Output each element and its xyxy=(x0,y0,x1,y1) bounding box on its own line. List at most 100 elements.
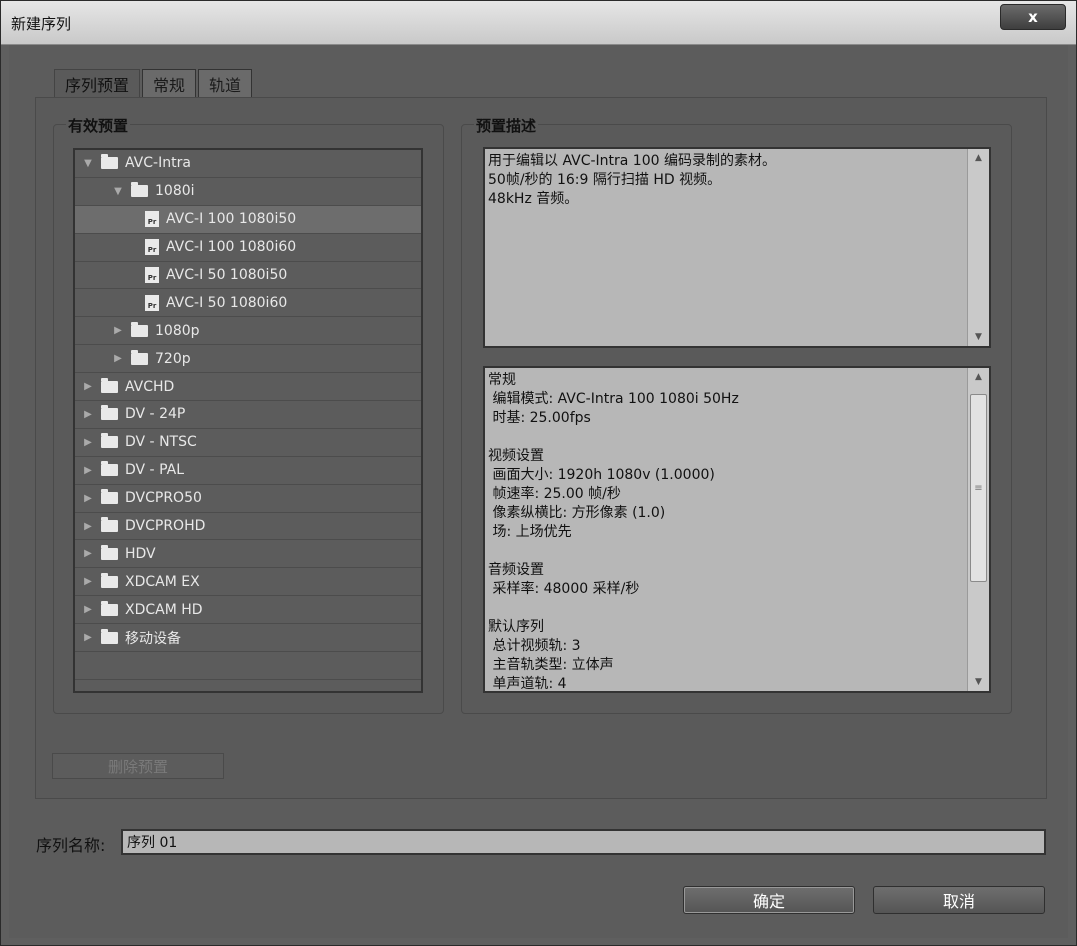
collapsed-arrow-icon[interactable]: ▶ xyxy=(81,604,95,615)
tree-preset-item[interactable]: Pr AVC-I 100 1080i50 xyxy=(75,205,421,234)
scroll-up-icon[interactable]: ▲ xyxy=(968,368,989,386)
folder-icon xyxy=(101,628,118,644)
folder-icon xyxy=(131,349,148,365)
folder-icon xyxy=(101,461,118,477)
tree-folder-item[interactable]: ▶ XDCAM EX xyxy=(75,568,421,597)
tab-sequence-presets[interactable]: 序列预置 xyxy=(54,69,141,97)
folder-icon xyxy=(101,154,118,170)
folder-icon xyxy=(101,544,118,560)
tree-folder-item[interactable]: ▶ DV - 24P xyxy=(75,401,421,429)
folder-icon xyxy=(131,321,148,337)
tree-item-label: DV - NTSC xyxy=(125,434,197,451)
folder-icon xyxy=(101,405,118,421)
collapsed-arrow-icon[interactable]: ▶ xyxy=(81,632,95,643)
tab-tracks[interactable]: 轨道 xyxy=(198,69,253,97)
folder-icon xyxy=(101,489,118,505)
scroll-down-icon[interactable]: ▼ xyxy=(968,673,989,691)
tree-folder-item[interactable]: ▼ 1080i xyxy=(75,178,421,206)
collapsed-arrow-icon[interactable]: ▶ xyxy=(81,521,95,532)
folder-icon xyxy=(131,182,148,198)
close-icon: x xyxy=(1028,8,1038,26)
expanded-arrow-icon[interactable]: ▼ xyxy=(81,158,95,169)
tree-item-label: HDV xyxy=(125,545,156,562)
preset-tree[interactable]: ▼ AVC-Intra ▼ 1080i Pr AVC-I 100 1080i50 Pr AVC… xyxy=(73,148,423,693)
title-bar[interactable]: 新建序列 x xyxy=(1,1,1076,45)
folder-icon xyxy=(101,433,118,449)
tree-preset-item[interactable]: Pr AVC-I 100 1080i60 xyxy=(75,234,421,262)
tree-item-label: DV - 24P xyxy=(125,406,186,423)
cancel-button[interactable]: 取消 xyxy=(873,886,1045,914)
collapsed-arrow-icon[interactable]: ▶ xyxy=(111,353,125,364)
tree-preset-item[interactable]: Pr AVC-I 50 1080i50 xyxy=(75,262,421,290)
scroll-thumb[interactable]: ≡ xyxy=(970,394,987,582)
preset-description-title: 预置描述 xyxy=(474,115,539,136)
sequence-name-input[interactable] xyxy=(121,829,1046,855)
folder-icon xyxy=(101,517,118,533)
ok-button[interactable]: 确定 xyxy=(683,886,855,914)
premiere-file-icon: Pr xyxy=(145,211,159,228)
details-textbox[interactable]: 常规 编辑模式: AVC-Intra 100 1080i 50Hz 时基: 25… xyxy=(483,366,991,693)
tree-item-label: AVCHD xyxy=(125,378,175,395)
tab-panel: 有效预置 ▼ AVC-Intra ▼ 1080i Pr AVC-I 100 1080i50… xyxy=(35,97,1047,799)
close-button[interactable]: x xyxy=(1000,4,1066,30)
premiere-file-icon: Pr xyxy=(145,267,159,283)
dialog-body: 序列预置 常规 轨道 有效预置 ▼ AVC-Intra ▼ 1080i Pr AVC-I … xyxy=(9,45,1068,938)
tab-bar: 序列预置 常规 轨道 xyxy=(54,69,254,97)
tree-item-label: XDCAM HD xyxy=(125,601,203,618)
collapsed-arrow-icon[interactable]: ▶ xyxy=(81,465,95,476)
details-text: 常规 编辑模式: AVC-Intra 100 1080i 50Hz 时基: 25… xyxy=(488,372,739,692)
folder-icon xyxy=(101,572,118,588)
tree-item-label: XDCAM EX xyxy=(125,573,200,590)
tree-folder-item[interactable]: ▶ 1080p xyxy=(75,317,421,346)
collapsed-arrow-icon[interactable]: ▶ xyxy=(81,381,95,392)
tree-folder-item[interactable]: ▶ HDV xyxy=(75,540,421,569)
expanded-arrow-icon[interactable]: ▼ xyxy=(111,186,125,197)
tree-item-label: DVCPRO50 xyxy=(125,490,202,507)
folder-icon xyxy=(101,377,118,393)
new-sequence-dialog: 新建序列 x 序列预置 常规 轨道 有效预置 ▼ AVC-Intra ▼ 1080i P… xyxy=(0,0,1077,946)
folder-icon xyxy=(101,600,118,616)
tree-folder-item[interactable]: ▶ DVCPRO50 xyxy=(75,485,421,513)
collapsed-arrow-icon[interactable]: ▶ xyxy=(81,493,95,504)
tree-folder-item[interactable]: ▶ 移动设备 xyxy=(75,624,421,653)
tree-item-label: 1080p xyxy=(155,322,200,339)
collapsed-arrow-icon[interactable]: ▶ xyxy=(81,409,95,420)
scroll-down-icon[interactable]: ▼ xyxy=(968,328,989,346)
tree-folder-item[interactable]: ▶ DVCPROHD xyxy=(75,513,421,541)
collapsed-arrow-icon[interactable]: ▶ xyxy=(81,548,95,559)
collapsed-arrow-icon[interactable]: ▶ xyxy=(81,576,95,587)
tab-general[interactable]: 常规 xyxy=(142,69,197,97)
sequence-name-label: 序列名称: xyxy=(36,836,106,855)
description-scrollbar[interactable]: ▲ ▼ xyxy=(967,149,989,346)
tree-item-label: AVC-I 50 1080i50 xyxy=(166,267,288,283)
dialog-title: 新建序列 xyxy=(11,15,72,33)
premiere-file-icon: Pr xyxy=(145,294,159,311)
tree-item-label: AVC-I 100 1080i50 xyxy=(166,211,297,228)
tree-folder-item[interactable]: ▶ 720p xyxy=(75,345,421,374)
description-text: 用于编辑以 AVC-Intra 100 编码录制的素材。 50帧/秒的 16:9… xyxy=(488,153,776,207)
tree-item-label: 1080i xyxy=(155,183,195,200)
premiere-file-icon: Pr xyxy=(145,239,159,256)
tree-item-label: DVCPROHD xyxy=(125,518,206,535)
tree-folder-item[interactable]: ▶ DV - NTSC xyxy=(75,429,421,457)
tree-item-label: 720p xyxy=(155,350,191,367)
tree-item-label: DV - PAL xyxy=(125,462,184,479)
tree-preset-item[interactable]: Pr AVC-I 50 1080i60 xyxy=(75,289,421,318)
delete-preset-button[interactable]: 删除预置 xyxy=(52,753,224,779)
description-textbox[interactable]: 用于编辑以 AVC-Intra 100 编码录制的素材。 50帧/秒的 16:9… xyxy=(483,147,991,348)
tree-item-label: AVC-I 100 1080i60 xyxy=(166,239,297,256)
scroll-up-icon[interactable]: ▲ xyxy=(968,149,989,167)
tree-item-label: 移动设备 xyxy=(125,630,181,647)
details-scrollbar[interactable]: ▲ ≡ ▼ xyxy=(967,368,989,691)
preset-description-group: 预置描述 用于编辑以 AVC-Intra 100 编码录制的素材。 50帧/秒的… xyxy=(461,115,1012,714)
collapsed-arrow-icon[interactable]: ▶ xyxy=(111,325,125,336)
tree-folder-item[interactable]: ▼ AVC-Intra xyxy=(75,150,421,178)
tree-folder-item[interactable]: ▶ XDCAM HD xyxy=(75,596,421,625)
tree-item-label: AVC-I 50 1080i60 xyxy=(166,294,288,311)
tree-item-label: AVC-Intra xyxy=(125,155,191,172)
collapsed-arrow-icon[interactable]: ▶ xyxy=(81,437,95,448)
tree-folder-item[interactable]: ▶ AVCHD xyxy=(75,373,421,402)
tree-empty-row xyxy=(75,652,421,680)
available-presets-group: 有效预置 ▼ AVC-Intra ▼ 1080i Pr AVC-I 100 1080i50… xyxy=(53,115,444,714)
tree-folder-item[interactable]: ▶ DV - PAL xyxy=(75,457,421,485)
